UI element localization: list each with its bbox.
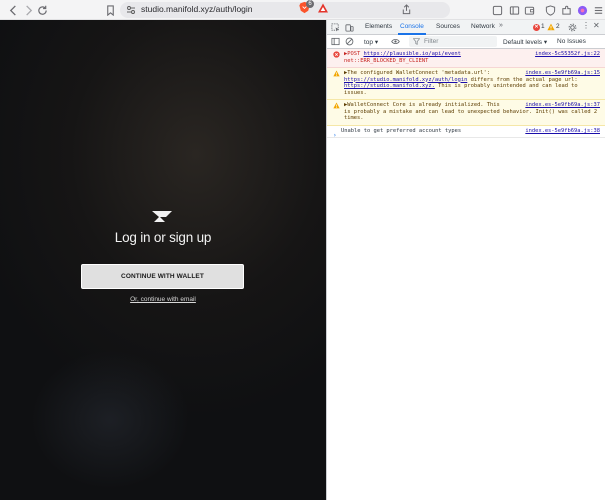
forward-icon[interactable] bbox=[21, 3, 35, 17]
message-detail-text: differs from the actual page url: bbox=[467, 76, 578, 83]
tab-elements[interactable]: Elements bbox=[365, 23, 392, 30]
devtools-panel: Elements Console Sources Network » ✕ 1 2… bbox=[326, 20, 605, 500]
source-link[interactable]: index.es-5e9fb69a.js:37 bbox=[525, 102, 600, 109]
device-toolbar-icon[interactable] bbox=[345, 23, 354, 32]
tab-counter-icon[interactable] bbox=[490, 3, 504, 17]
error-count[interactable]: 1 bbox=[541, 23, 545, 30]
context-label: top bbox=[364, 39, 374, 46]
console-message-warning[interactable]: ▶The configured WalletConnect 'metadata.… bbox=[327, 68, 605, 100]
filter-icon bbox=[413, 38, 420, 45]
live-expression-eye-icon[interactable] bbox=[391, 37, 400, 46]
url-text: studio.manifold.xyz/auth/login bbox=[141, 4, 253, 14]
filter-placeholder: Filter bbox=[424, 38, 439, 45]
warning-icon bbox=[333, 102, 340, 109]
sidebar-toggle-icon[interactable] bbox=[331, 37, 340, 46]
message-prefix: ▶POST bbox=[344, 51, 364, 57]
console-message-error[interactable]: ▶POST https://plausible.io/api/event net… bbox=[327, 49, 605, 68]
error-icon[interactable]: ✕ bbox=[533, 24, 540, 31]
message-detail: net::ERR_BLOCKED_BY_CLIENT bbox=[344, 57, 429, 64]
source-link[interactable]: index-5c55352f.js:22 bbox=[535, 51, 600, 58]
console-message-info[interactable]: Unable to get preferred account types in… bbox=[327, 126, 605, 138]
console-messages: ▶POST https://plausible.io/api/event net… bbox=[327, 49, 605, 138]
extensions-icon[interactable] bbox=[559, 3, 573, 17]
message-detail: https://studio.manifold.xyz/auth/login d… bbox=[344, 77, 600, 97]
shields-count-badge: 6 bbox=[306, 0, 314, 8]
devtools-tab-bar: Elements Console Sources Network » ✕ 1 2… bbox=[327, 20, 605, 35]
login-page: Log in or sign up CONTINUE WITH WALLET O… bbox=[0, 20, 326, 500]
warning-icon bbox=[333, 70, 340, 77]
console-prompt[interactable]: › bbox=[333, 132, 337, 139]
issues-indicator[interactable]: No Issues bbox=[557, 38, 586, 45]
metadata-url-link[interactable]: https://studio.manifold.xyz/auth/login bbox=[344, 77, 467, 83]
sidebar-toggle-icon[interactable] bbox=[507, 3, 521, 17]
page-title: Log in or sign up bbox=[114, 230, 212, 245]
wallet-icon[interactable] bbox=[522, 3, 536, 17]
bookmark-icon[interactable] bbox=[103, 3, 117, 17]
vpn-icon[interactable] bbox=[543, 3, 557, 17]
log-levels-dropdown[interactable]: Default levels ▾ bbox=[503, 38, 547, 46]
clear-console-icon[interactable] bbox=[345, 37, 354, 46]
error-icon bbox=[333, 51, 340, 58]
tab-network[interactable]: Network bbox=[471, 23, 495, 30]
console-filter-bar: top ▾ Filter Default levels ▾ No Issues bbox=[327, 35, 605, 49]
tab-console[interactable]: Console bbox=[400, 23, 424, 30]
back-icon[interactable] bbox=[6, 3, 20, 17]
brave-rewards-icon[interactable] bbox=[317, 2, 329, 14]
continue-with-wallet-button[interactable]: CONTINUE WITH WALLET bbox=[81, 264, 244, 289]
site-settings-icon[interactable] bbox=[126, 5, 136, 15]
address-bar[interactable]: studio.manifold.xyz/auth/login bbox=[120, 2, 450, 18]
tab-sources[interactable]: Sources bbox=[436, 23, 460, 30]
share-icon[interactable] bbox=[401, 4, 412, 15]
close-devtools-icon[interactable]: ✕ bbox=[593, 22, 600, 30]
profile-avatar[interactable] bbox=[575, 3, 589, 17]
source-link[interactable]: index.es-5e9fb69a.js:38 bbox=[525, 128, 600, 135]
message-detail: is probably a mistake and can lead to un… bbox=[344, 108, 598, 122]
console-filter-input[interactable]: Filter bbox=[409, 36, 497, 47]
source-link[interactable]: index.es-5e9fb69a.js:15 bbox=[525, 70, 600, 77]
reload-icon[interactable] bbox=[35, 3, 49, 17]
context-selector[interactable]: top ▾ bbox=[364, 38, 378, 46]
continue-with-email-link-row: Or, continue with email bbox=[0, 296, 326, 303]
inspect-element-icon[interactable] bbox=[331, 23, 340, 32]
menu-icon[interactable] bbox=[591, 3, 605, 17]
browser-toolbar: studio.manifold.xyz/auth/login 6 bbox=[0, 0, 605, 20]
warning-icon[interactable] bbox=[547, 23, 555, 31]
page-url-link[interactable]: https://studio.manifold.xyz. bbox=[344, 83, 435, 89]
settings-gear-icon[interactable] bbox=[568, 23, 577, 32]
manifold-logo-icon bbox=[152, 211, 172, 222]
message-url-link[interactable]: https://plausible.io/api/event bbox=[363, 51, 460, 57]
kebab-menu-icon[interactable]: ⋮ bbox=[582, 22, 590, 30]
warning-count[interactable]: 2 bbox=[556, 23, 560, 30]
console-message-warning[interactable]: ▶WalletConnect Core is already initializ… bbox=[327, 100, 605, 126]
log-levels-label: Default levels bbox=[503, 39, 543, 46]
continue-with-email-link[interactable]: Or, continue with email bbox=[130, 296, 196, 303]
more-tabs-button[interactable]: » bbox=[499, 22, 503, 29]
